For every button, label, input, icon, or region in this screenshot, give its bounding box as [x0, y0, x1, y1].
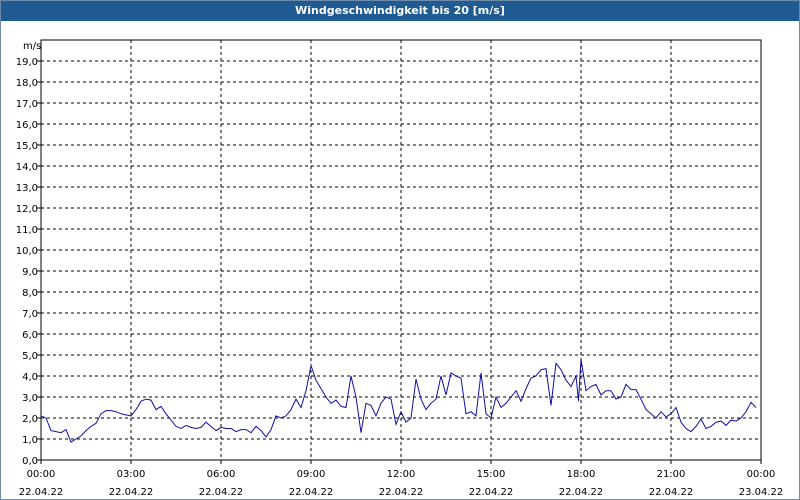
y-tick-label: 5,0 [22, 351, 38, 362]
chart-window: Windgeschwindigkeit bis 20 [m/s] 0,0 1,0 2… [0, 0, 800, 500]
y-tick-label: 2,0 [22, 414, 38, 425]
y-tick-label: 0,0 [22, 456, 38, 467]
grid-lines [41, 40, 761, 460]
x-tick-date-label: 22.04.22 [199, 487, 244, 498]
y-tick-label: 13,0 [16, 183, 38, 194]
y-tick-label: 12,0 [16, 204, 38, 215]
x-tick-time-label: 18:00 [567, 469, 596, 480]
x-tick-date-label: 22.04.22 [109, 487, 154, 498]
window-title: Windgeschwindigkeit bis 20 [m/s] [1, 1, 799, 21]
x-tick-time-label: 00:00 [27, 469, 56, 480]
x-tick-time-label: 21:00 [657, 469, 686, 480]
y-tick-label: 10,0 [16, 246, 38, 257]
x-tick-date-label: 22.04.22 [649, 487, 694, 498]
x-tick-time-label: 12:00 [387, 469, 416, 480]
y-tick-label: 8,0 [22, 288, 38, 299]
y-tick-label: 1,0 [22, 435, 38, 446]
y-axis-unit-label: m/s [23, 41, 41, 52]
x-tick-time-label: 15:00 [477, 469, 506, 480]
y-axis-ticks: 0,0 1,0 2,0 3,0 4,0 5,0 6,0 7,0 8,0 9,0 10,0 11,0 12… [16, 57, 41, 467]
y-tick-label: 19,0 [16, 57, 38, 68]
x-tick-time-label: 00:00 [747, 469, 776, 480]
y-tick-label: 18,0 [16, 78, 38, 89]
x-tick-date-label: 22.04.22 [379, 487, 424, 498]
y-tick-label: 4,0 [22, 372, 38, 383]
x-tick-date-label: 23.04.22 [739, 487, 784, 498]
y-tick-label: 17,0 [16, 99, 38, 110]
x-tick-date-label: 22.04.22 [559, 487, 604, 498]
y-tick-label: 11,0 [16, 225, 38, 236]
x-tick-time-label: 06:00 [207, 469, 236, 480]
y-tick-label: 3,0 [22, 393, 38, 404]
x-axis-ticks: 00:00 22.04.22 03:00 22.04.22 06:00 22.04.22 0… [19, 460, 784, 498]
y-tick-label: 7,0 [22, 309, 38, 320]
x-tick-date-label: 22.04.22 [19, 487, 64, 498]
y-tick-label: 14,0 [16, 162, 38, 173]
series-line [40, 359, 757, 443]
wind-speed-chart: 0,0 1,0 2,0 3,0 4,0 5,0 6,0 7,0 8,0 9,0 10,0 11,0 12… [16, 39, 784, 498]
x-tick-date-label: 22.04.22 [469, 487, 514, 498]
y-tick-label: 15,0 [16, 141, 38, 152]
y-tick-label: 9,0 [22, 267, 38, 278]
x-tick-date-label: 22.04.22 [289, 487, 334, 498]
wind-speed-series [40, 359, 757, 443]
x-tick-time-label: 03:00 [117, 469, 146, 480]
y-tick-label: 16,0 [16, 120, 38, 131]
x-tick-time-label: 09:00 [297, 469, 326, 480]
y-tick-label: 6,0 [22, 330, 38, 341]
